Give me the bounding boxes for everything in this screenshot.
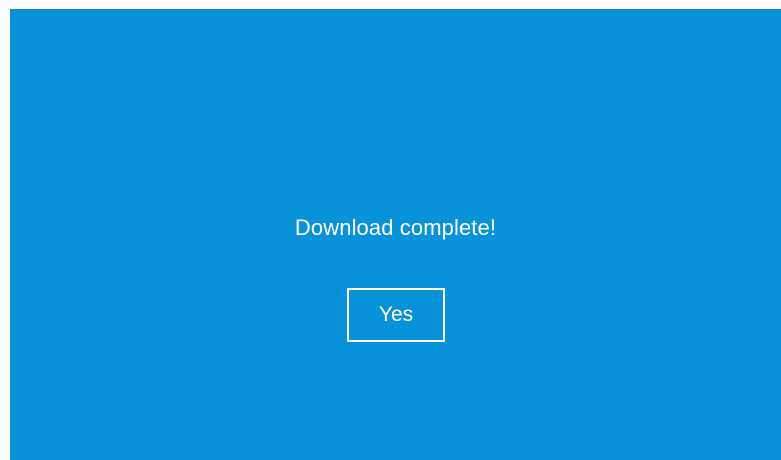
dialog-message: Download complete! — [294, 215, 497, 240]
yes-button[interactable]: Yes — [347, 288, 445, 342]
screen-frame: Download complete! Yes — [0, 0, 781, 460]
download-complete-dialog: Download complete! Yes — [10, 9, 781, 460]
